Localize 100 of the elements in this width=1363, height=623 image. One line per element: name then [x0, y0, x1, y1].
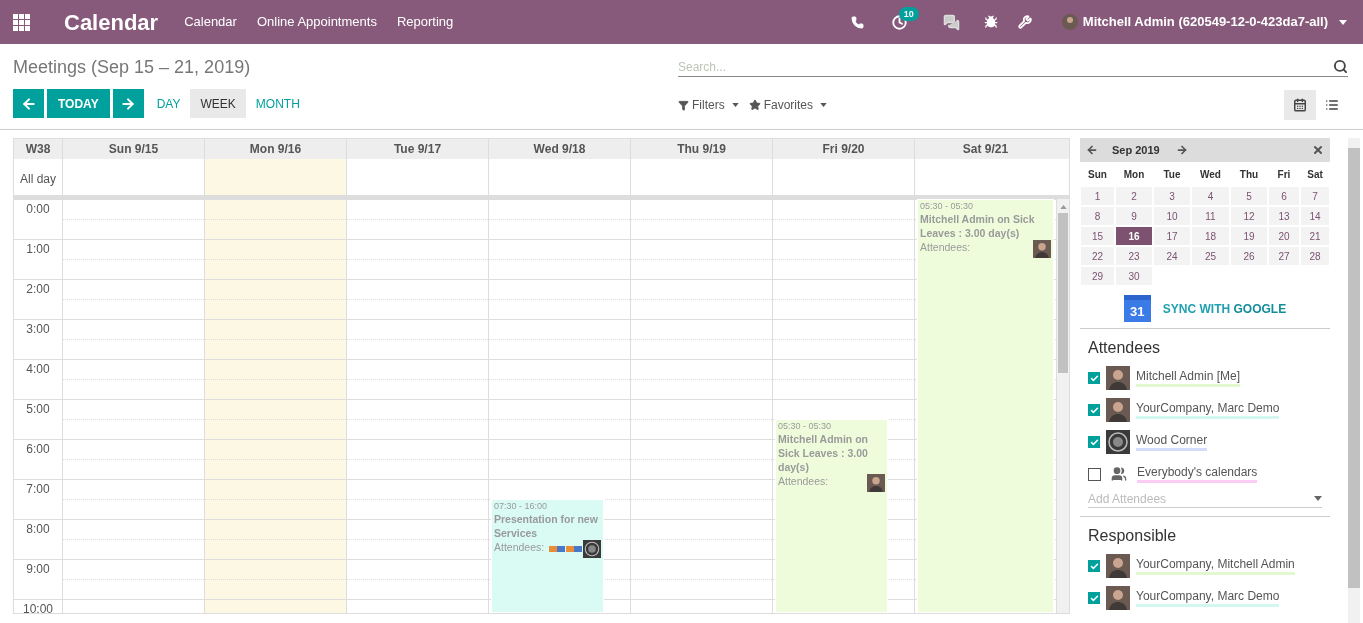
- wrench-icon[interactable]: [1017, 15, 1032, 29]
- event-title: Presentation for new Services: [494, 512, 599, 540]
- user-menu[interactable]: Mitchell Admin (620549-12-0-423da7-all): [1061, 12, 1347, 32]
- apps-menu-icon[interactable]: [13, 13, 30, 31]
- day-cell[interactable]: 23: [1116, 247, 1152, 265]
- day-cell[interactable]: 15: [1081, 227, 1114, 245]
- filter-checkbox[interactable]: [1088, 560, 1100, 572]
- close-icon[interactable]: [1312, 144, 1324, 156]
- section-title: Attendees: [1088, 338, 1162, 358]
- month-label: Sep 2019: [1112, 142, 1160, 158]
- day-cell[interactable]: 13: [1269, 207, 1299, 225]
- day-cell[interactable]: 6: [1269, 187, 1299, 205]
- bug-icon[interactable]: [983, 15, 998, 29]
- day-cell[interactable]: 10: [1154, 207, 1190, 225]
- day-cell[interactable]: 26: [1231, 247, 1267, 265]
- day-cell[interactable]: 18: [1192, 227, 1229, 245]
- day-cell[interactable]: 9: [1116, 207, 1152, 225]
- view-tab[interactable]: MONTH: [245, 89, 310, 118]
- add-attendees-field[interactable]: Add Attendees: [1088, 489, 1314, 508]
- caret-icon: [1339, 19, 1347, 25]
- week-number: W38: [24, 141, 52, 158]
- view-tab[interactable]: WEEK: [190, 89, 246, 118]
- list-icon: [1325, 98, 1339, 112]
- hour-label: 2:00: [26, 282, 50, 298]
- day-cell[interactable]: 17: [1154, 227, 1190, 245]
- favorites-dropdown[interactable]: Favorites: [748, 96, 828, 114]
- search-field[interactable]: Search...: [678, 57, 1333, 76]
- day-cell[interactable]: 19: [1231, 227, 1267, 245]
- section-title: Responsible: [1088, 526, 1178, 546]
- attendees-label: Attendees:: [778, 474, 829, 488]
- day-cell[interactable]: 21: [1301, 227, 1329, 245]
- day-cell[interactable]: 20: [1269, 227, 1299, 245]
- filters-dropdown[interactable]: Filters: [678, 96, 739, 114]
- person-avatar-icon: [1106, 554, 1130, 578]
- attendees-label: Attendees:: [494, 540, 545, 554]
- hour-label: 4:00: [26, 362, 50, 378]
- google-calendar-icon: 31: [1123, 295, 1151, 322]
- day-cell[interactable]: 3: [1154, 187, 1190, 205]
- search-icon[interactable]: [1333, 59, 1348, 74]
- day-cell[interactable]: 16: [1116, 227, 1152, 245]
- calendar-view-button[interactable]: [1284, 90, 1316, 120]
- event-title: Mitchell Admin on Sick Leaves : 3.00 day(s): [920, 212, 1036, 240]
- filter-label: YourCompany, Mitchell Admin: [1136, 557, 1295, 575]
- caret-icon: [731, 103, 739, 107]
- event-title: Mitchell Admin on Sick Leaves : 3.00 day(s): [778, 432, 870, 474]
- day-header: Sat 9/21: [914, 139, 1056, 159]
- day-cell[interactable]: 2: [1116, 187, 1152, 205]
- today-button[interactable]: TODAY: [47, 89, 110, 118]
- event-time: 05:30 - 05:30: [920, 201, 975, 212]
- day-cell[interactable]: 27: [1269, 247, 1299, 265]
- filter-checkbox[interactable]: [1088, 404, 1100, 416]
- day-cell[interactable]: 14: [1301, 207, 1329, 225]
- day-cell[interactable]: 1: [1081, 187, 1114, 205]
- scrollbar-thumb[interactable]: [1058, 213, 1068, 373]
- day-cell[interactable]: 7: [1301, 187, 1329, 205]
- day-cell[interactable]: 29: [1081, 267, 1114, 285]
- app-title: Calendar: [64, 8, 159, 37]
- person-avatar-icon: [1106, 398, 1130, 422]
- day-cell[interactable]: 5: [1231, 187, 1267, 205]
- weekday-label: Sun: [1087, 168, 1108, 182]
- filter-label: Everybody's calendars: [1137, 465, 1258, 483]
- weekday-label: Thu: [1238, 168, 1260, 182]
- menu-link[interactable]: Reporting: [396, 12, 454, 32]
- day-cell[interactable]: 30: [1116, 267, 1152, 285]
- day-header: Tue 9/17: [346, 139, 488, 159]
- day-cell[interactable]: 25: [1192, 247, 1229, 265]
- weekday-label: Tue: [1162, 168, 1182, 182]
- filter-checkbox[interactable]: [1088, 436, 1100, 448]
- filter-label: Wood Corner: [1136, 433, 1208, 451]
- all-day-label: All day: [19, 171, 57, 188]
- scroll-up-icon[interactable]: [1059, 205, 1067, 209]
- previous-button[interactable]: [13, 89, 44, 118]
- filter-checkbox[interactable]: [1088, 467, 1101, 481]
- next-button[interactable]: [112, 89, 144, 118]
- phone-icon[interactable]: [850, 15, 864, 29]
- menu-link[interactable]: Online Appointments: [256, 12, 377, 32]
- all-day-cell[interactable]: [204, 159, 346, 195]
- day-cell[interactable]: 11: [1192, 207, 1229, 225]
- filter-label: YourCompany, Marc Demo: [1136, 589, 1280, 607]
- group-icon: [1111, 466, 1127, 482]
- previous-month-icon[interactable]: [1086, 144, 1098, 156]
- day-cell[interactable]: 24: [1154, 247, 1190, 265]
- day-cell[interactable]: 4: [1192, 187, 1229, 205]
- filter-label: Mitchell Admin [Me]: [1136, 369, 1241, 387]
- chat-icon[interactable]: [942, 13, 960, 31]
- person-avatar-icon: [1033, 240, 1051, 258]
- day-cell[interactable]: 8: [1081, 207, 1114, 225]
- sync-google-button[interactable]: 31 SYNC WITH GOOGLE: [1123, 295, 1287, 322]
- day-cell[interactable]: 28: [1301, 247, 1329, 265]
- filter-checkbox[interactable]: [1088, 592, 1100, 604]
- filter-checkbox[interactable]: [1088, 372, 1100, 384]
- user-avatar-icon: [1061, 14, 1078, 30]
- menu-link[interactable]: Calendar: [184, 12, 237, 32]
- weekday-label: Fri: [1276, 168, 1292, 182]
- caret-icon[interactable]: [1314, 496, 1322, 501]
- view-tab[interactable]: DAY: [146, 89, 191, 118]
- hour-label: 6:00: [26, 442, 50, 458]
- next-month-icon[interactable]: [1175, 144, 1188, 156]
- day-cell[interactable]: 22: [1081, 247, 1114, 265]
- day-cell[interactable]: 12: [1231, 207, 1267, 225]
